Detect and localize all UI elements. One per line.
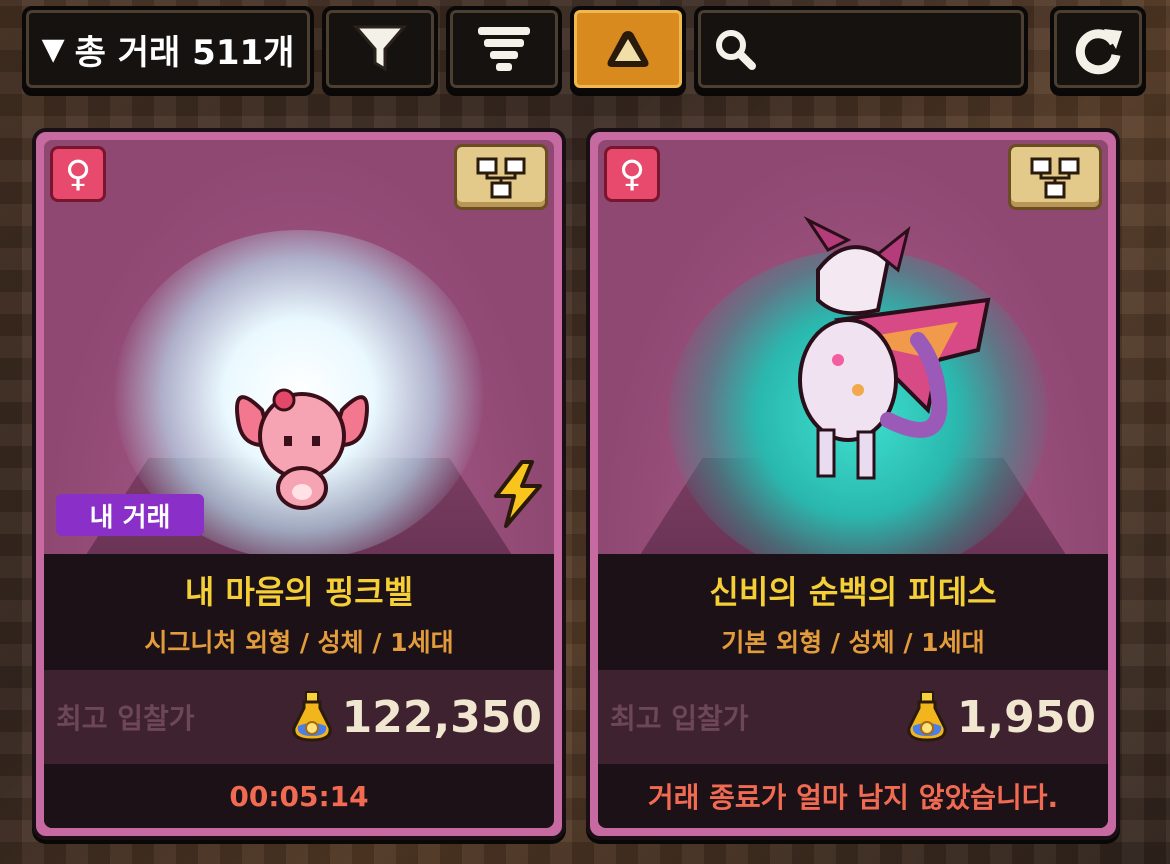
pet-subtitle: 시그니처 외형 / 성체 / 1세대 xyxy=(144,628,454,657)
search-input[interactable] xyxy=(768,33,1012,65)
status-message: 거래 종료가 얼마 남지 않았습니다. xyxy=(598,764,1108,828)
time-remaining: 00:05:14 xyxy=(44,764,554,828)
pet-name: 신비의 순백의 피데스 xyxy=(709,573,997,611)
refresh-icon xyxy=(1075,29,1122,75)
search-icon xyxy=(716,30,756,70)
pet-image xyxy=(235,388,369,510)
filter-button[interactable] xyxy=(322,6,438,92)
total-trades-label: 총 거래 511개 xyxy=(74,32,295,73)
bid-value: 1,950 xyxy=(956,691,1096,743)
search-box[interactable] xyxy=(694,6,1028,92)
potion-coin-icon xyxy=(907,691,947,742)
breed-tree-icon[interactable] xyxy=(1008,144,1102,210)
bid-value: 122,350 xyxy=(341,691,542,743)
sort-button[interactable] xyxy=(446,6,562,92)
total-trades-dropdown[interactable]: ▼ 총 거래 511개 xyxy=(22,6,314,92)
my-trade-tag: 내 거래 xyxy=(56,494,204,536)
female-icon: ♀ xyxy=(604,146,660,202)
refresh-button[interactable] xyxy=(1050,6,1146,92)
sort-order-button[interactable] xyxy=(570,6,686,92)
dropdown-arrow-icon: ▼ xyxy=(41,31,65,67)
breed-tree-icon[interactable] xyxy=(454,144,548,210)
bid-label: 최고 입찰가 xyxy=(56,702,195,735)
bid-label: 최고 입찰가 xyxy=(610,702,749,735)
pet-name: 내 마음의 핑크벨 xyxy=(184,573,414,611)
lightning-icon xyxy=(494,460,542,528)
pet-image xyxy=(798,216,991,480)
filter-icon xyxy=(352,25,408,72)
triangle-up-icon xyxy=(607,31,649,67)
female-icon: ♀ xyxy=(50,146,106,202)
potion-coin-icon xyxy=(291,691,332,742)
trade-card[interactable]: ♀ 신비의 순백의 피데스 기본 외형 / 성체 / 1세대 최고 입찰가 1,… xyxy=(586,128,1120,840)
trade-card[interactable]: 내 거래 ♀ 내 마음의 핑크벨 시그니처 외형 / 성체 / 1세대 최고 입… xyxy=(32,128,566,840)
sort-icon xyxy=(478,27,530,71)
pet-subtitle: 기본 외형 / 성체 / 1세대 xyxy=(721,628,985,657)
